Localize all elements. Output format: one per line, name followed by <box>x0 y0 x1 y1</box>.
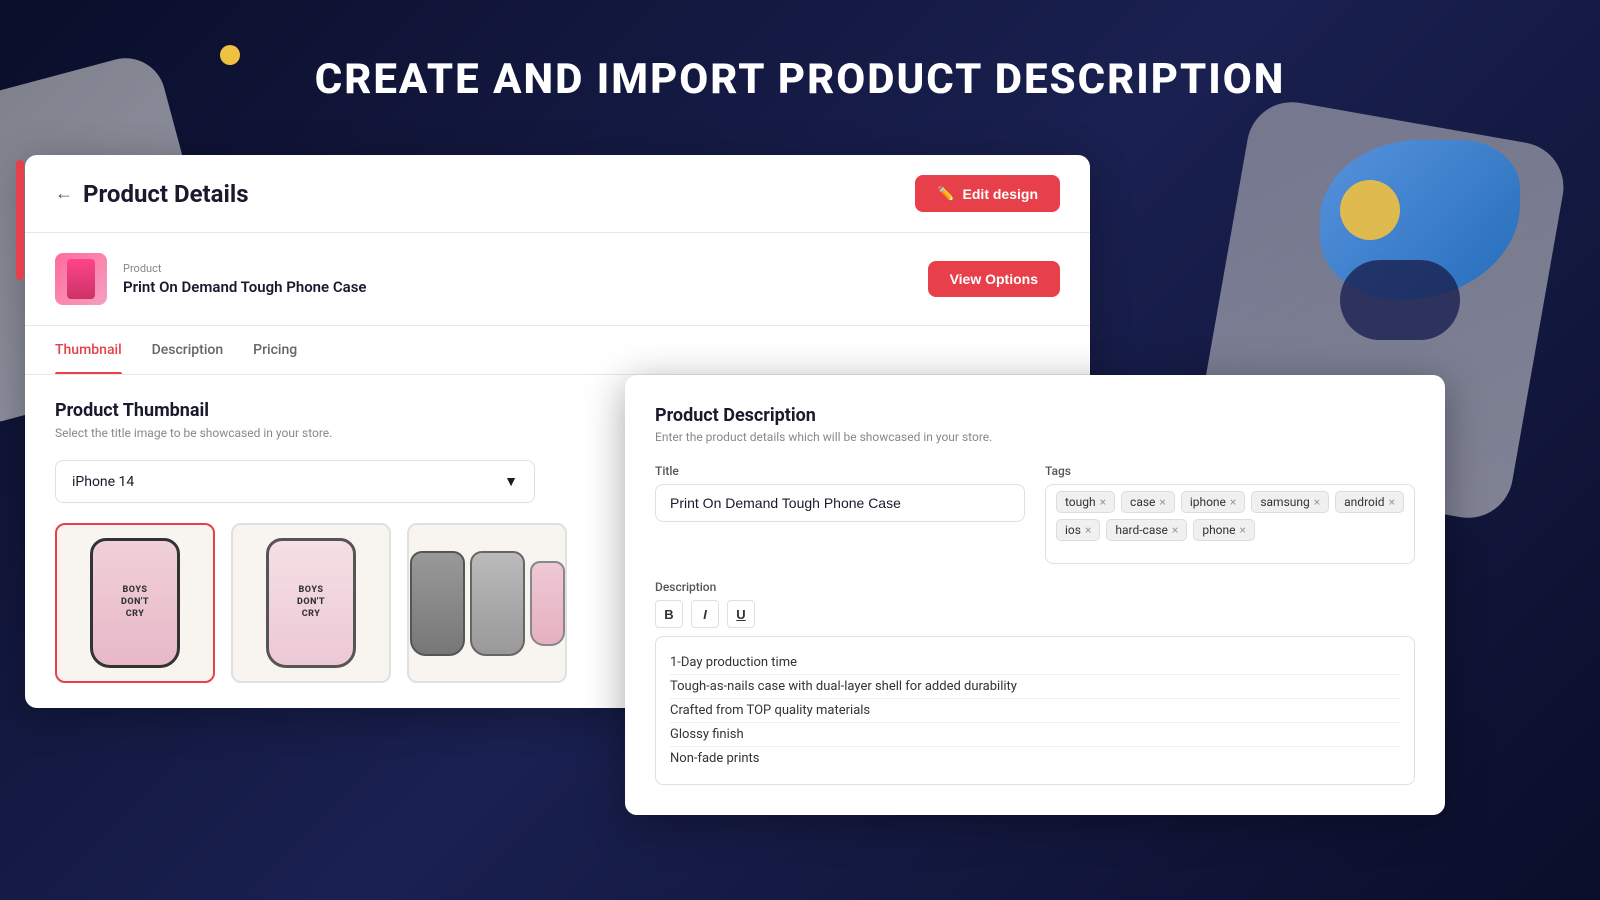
product-info-row: Product Print On Demand Tough Phone Case… <box>25 233 1090 326</box>
edit-design-label: Edit design <box>963 186 1038 202</box>
title-field-group: Title <box>655 464 1025 564</box>
bg-decoration-dark-shape <box>1340 260 1460 340</box>
back-button[interactable]: ← <box>55 183 73 204</box>
product-label: Product <box>123 262 367 275</box>
bold-button[interactable]: B <box>655 600 683 628</box>
desc-line-2: Tough-as-nails case with dual-layer shel… <box>670 675 1400 699</box>
bg-decoration-yellow-circle <box>1340 180 1400 240</box>
tag-tough-remove[interactable]: × <box>1100 495 1106 509</box>
edit-design-button[interactable]: ✏️ Edit design <box>915 175 1060 212</box>
page-title: CREATE AND IMPORT PRODUCT DESCRIPTION <box>0 55 1600 104</box>
pencil-icon: ✏️ <box>937 185 954 202</box>
tags-label: Tags <box>1045 464 1415 478</box>
tag-android-remove[interactable]: × <box>1389 495 1395 509</box>
tags-field-group: Tags tough × case × iphone × samsung × <box>1045 464 1415 564</box>
tag-case: case × <box>1121 491 1175 513</box>
desc-line-3: Crafted from TOP quality materials <box>670 699 1400 723</box>
description-panel: Product Description Enter the product de… <box>625 375 1445 815</box>
italic-button[interactable]: I <box>691 600 719 628</box>
phone-case-pink-1: BOYSDON'TCRY <box>90 538 180 668</box>
tab-description[interactable]: Description <box>152 326 224 374</box>
iphone-model-dropdown[interactable]: iPhone 14 ▼ <box>55 460 535 503</box>
title-input[interactable] <box>655 484 1025 522</box>
tag-iphone: iphone × <box>1181 491 1246 513</box>
tag-samsung-remove[interactable]: × <box>1314 495 1320 509</box>
tab-pricing[interactable]: Pricing <box>253 326 297 374</box>
product-thumbnail-icon <box>55 253 107 305</box>
tag-ios: ios × <box>1056 519 1100 541</box>
tab-thumbnail[interactable]: Thumbnail <box>55 326 122 374</box>
panel-header: ← Product Details ✏️ Edit design <box>25 155 1090 233</box>
phone-grey-1 <box>410 551 465 656</box>
panel-title: Product Details <box>83 180 249 208</box>
thumbnail-1[interactable]: BOYSDON'TCRY <box>55 523 215 683</box>
product-name: Print On Demand Tough Phone Case <box>123 278 367 296</box>
thumbnail-3[interactable] <box>407 523 567 683</box>
back-nav: ← Product Details <box>55 180 249 208</box>
tag-case-remove[interactable]: × <box>1159 495 1165 509</box>
tag-hard-case: hard-case × <box>1106 519 1187 541</box>
tag-samsung: samsung × <box>1251 491 1329 513</box>
red-accent-bar <box>16 160 24 280</box>
chevron-down-icon: ▼ <box>504 473 518 490</box>
desc-line-4: Glossy finish <box>670 723 1400 747</box>
tag-android: android × <box>1335 491 1404 513</box>
tags-container[interactable]: tough × case × iphone × samsung × androi… <box>1045 484 1415 564</box>
description-panel-title: Product Description <box>655 405 1415 426</box>
underline-button[interactable]: U <box>727 600 755 628</box>
title-label: Title <box>655 464 1025 478</box>
tag-tough: tough × <box>1056 491 1115 513</box>
desc-line-5: Non-fade prints <box>670 747 1400 770</box>
desc-line-1: 1-Day production time <box>670 651 1400 675</box>
phone-case-pink-2: BOYSDON'TCRY <box>266 538 356 668</box>
tag-ios-remove[interactable]: × <box>1085 523 1091 537</box>
tag-hard-case-remove[interactable]: × <box>1172 523 1178 537</box>
desc-form-row: Title Tags tough × case × iphone × <box>655 464 1415 564</box>
phone-pink-side <box>530 561 565 646</box>
product-text: Product Print On Demand Tough Phone Case <box>123 262 367 296</box>
tabs-row: Thumbnail Description Pricing <box>25 326 1090 375</box>
rich-text-toolbar: B I U <box>655 600 1415 628</box>
phone-case-group <box>410 551 565 656</box>
tag-phone: phone × <box>1193 519 1255 541</box>
tag-phone-remove[interactable]: × <box>1240 523 1246 537</box>
description-panel-subtitle: Enter the product details which will be … <box>655 430 1415 444</box>
description-content[interactable]: 1-Day production time Tough-as-nails cas… <box>655 636 1415 785</box>
description-label: Description <box>655 580 1415 594</box>
dropdown-value: iPhone 14 <box>72 474 134 490</box>
product-info-left: Product Print On Demand Tough Phone Case <box>55 253 367 305</box>
page-title-section: CREATE AND IMPORT PRODUCT DESCRIPTION <box>0 55 1600 104</box>
view-options-button[interactable]: View Options <box>928 261 1060 297</box>
product-thumb-inner <box>67 259 95 299</box>
description-field-section: Description B I U 1-Day production time … <box>655 580 1415 785</box>
phone-grey-2 <box>470 551 525 656</box>
thumbnail-2[interactable]: BOYSDON'TCRY <box>231 523 391 683</box>
tag-iphone-remove[interactable]: × <box>1230 495 1236 509</box>
